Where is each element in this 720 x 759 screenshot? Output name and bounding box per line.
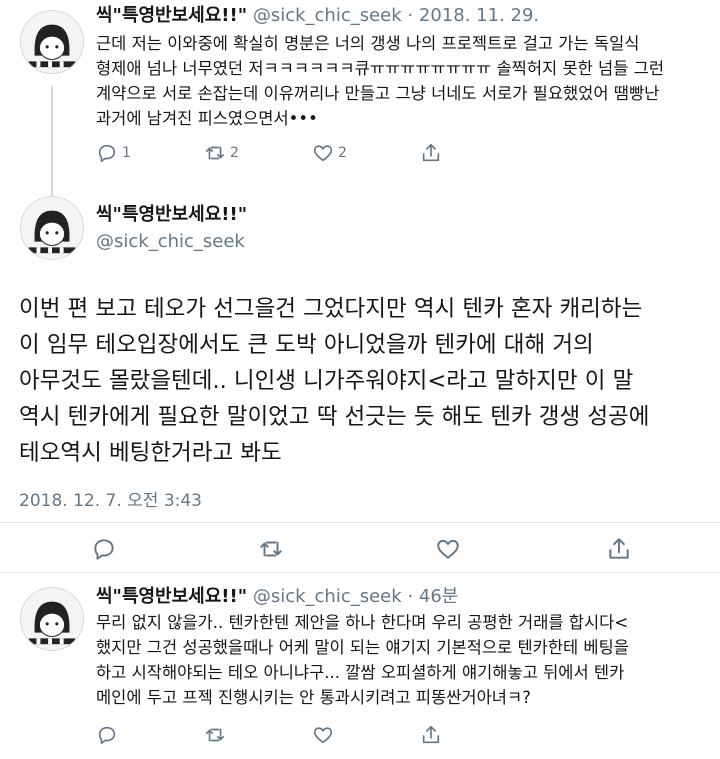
avatar-icon (21, 197, 83, 259)
tweet-text: 근데 저는 이와중에 확실히 명분은 너의 갱생 나의 프로젝트로 걸고 가는 … (96, 34, 665, 128)
reply-count: 1 (122, 145, 131, 161)
tweet-actions: 1 2 2 (96, 142, 528, 164)
user-handle[interactable]: @sick_chic_seek (96, 231, 245, 252)
like-button[interactable] (435, 536, 461, 562)
user-handle[interactable]: @sick_chic_seek (253, 5, 402, 26)
tweet-date[interactable]: 2018. 11. 29. (419, 5, 539, 26)
retweet-icon (260, 541, 282, 557)
like-button[interactable] (312, 724, 420, 746)
like-icon (313, 727, 333, 744)
share-icon (422, 143, 440, 162)
separator-dot: · (407, 586, 414, 607)
thread-connector-line (51, 86, 53, 196)
tweet-text: 이번 편 보고 테오가 선그을건 그었다지만 역시 텐카 혼자 캐리하는 이 임… (19, 296, 650, 466)
display-name-row: 씩"특영반보세요!!" (96, 204, 247, 226)
avatar[interactable] (20, 196, 84, 260)
user-handle[interactable]: @sick_chic_seek (253, 586, 402, 607)
avatar[interactable] (20, 10, 84, 74)
reply-icon (98, 144, 116, 163)
share-icon (609, 538, 629, 559)
avatar[interactable] (20, 587, 84, 651)
tweet-date[interactable]: 46분 (419, 586, 458, 607)
display-name[interactable]: 씩"특영반보세요!!" (96, 586, 247, 607)
reply-button[interactable] (91, 536, 117, 562)
retweet-button[interactable] (204, 724, 312, 746)
separator-dot: · (407, 5, 414, 26)
avatar-icon (21, 11, 83, 73)
avatar-icon (21, 588, 83, 650)
share-button[interactable] (420, 724, 528, 746)
like-icon (313, 145, 333, 162)
like-button[interactable]: 2 (312, 142, 420, 164)
tweet-header: 씩"특영반보세요!!" @sick_chic_seek · 46분 (96, 586, 458, 608)
share-icon (422, 725, 440, 744)
retweet-icon (205, 146, 225, 160)
like-count: 2 (338, 145, 347, 161)
tweet-actions (96, 724, 528, 746)
reply-button[interactable] (96, 724, 204, 746)
handle-row: @sick_chic_seek (96, 231, 245, 253)
share-button[interactable] (420, 142, 528, 164)
tweet-timestamp[interactable]: 2018. 12. 7. 오전 3:43 (19, 486, 202, 511)
tweet-header: 씩"특영반보세요!!" @sick_chic_seek · 2018. 11. … (96, 5, 539, 27)
divider (0, 572, 720, 573)
retweet-icon (205, 728, 225, 742)
reply-icon (98, 726, 116, 745)
tweet-text: 무리 없지 않을가.. 텐카한텐 제안을 하나 한다며 우리 공평한 거래를 합… (96, 613, 629, 707)
retweet-button[interactable] (258, 536, 284, 562)
retweet-count: 2 (230, 145, 239, 161)
reply-icon (94, 539, 114, 560)
retweet-button[interactable]: 2 (204, 142, 312, 164)
display-name[interactable]: 씩"특영반보세요!!" (96, 5, 247, 26)
reply-button[interactable]: 1 (96, 142, 204, 164)
tweet-actions (0, 528, 720, 568)
like-icon (437, 539, 459, 559)
divider (0, 522, 720, 523)
share-button[interactable] (606, 536, 632, 562)
display-name[interactable]: 씩"특영반보세요!!" (96, 204, 247, 225)
